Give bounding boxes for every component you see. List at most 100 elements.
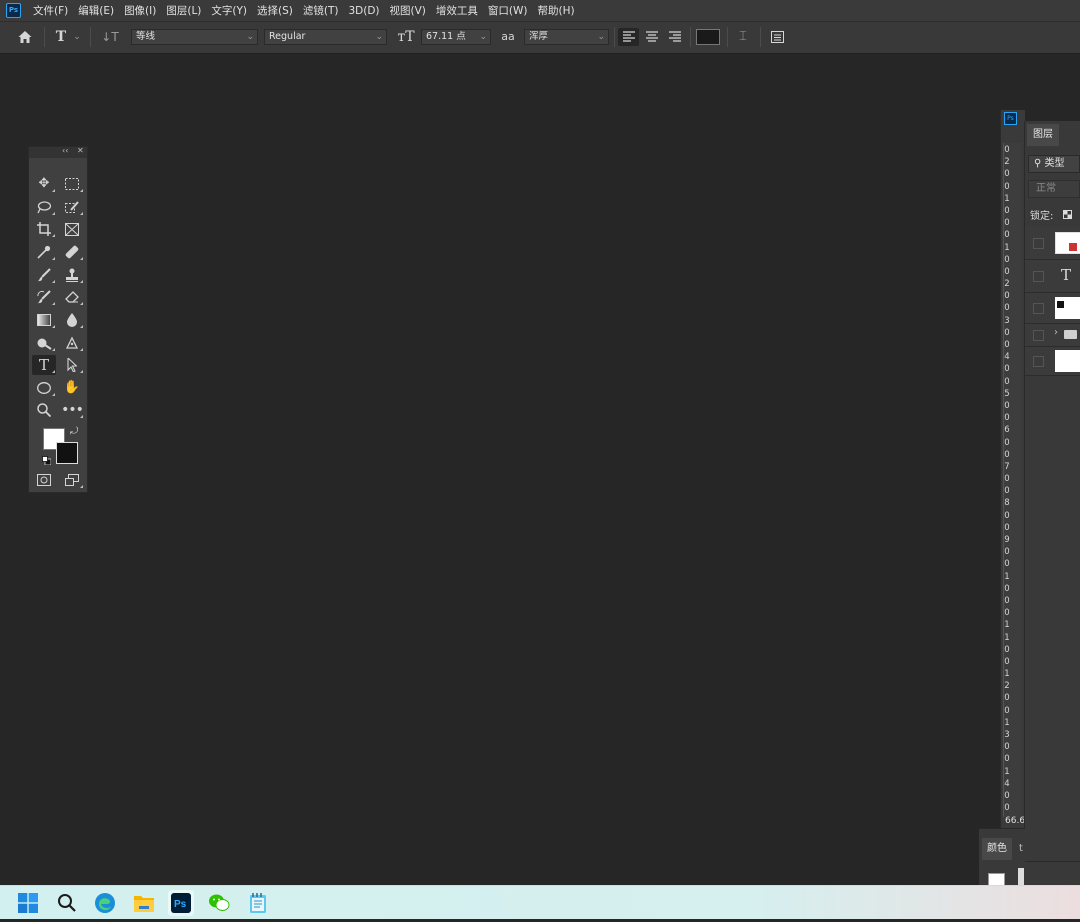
lock-transparent-pixels-icon[interactable]: [1063, 209, 1072, 219]
layer-row[interactable]: [1025, 347, 1080, 376]
object-selection-tool-icon[interactable]: [60, 197, 84, 217]
collapse-icon[interactable]: ‹‹: [62, 146, 68, 155]
blur-tool-icon[interactable]: [60, 310, 84, 330]
tab-color[interactable]: 颜色: [982, 838, 1012, 860]
hand-tool-icon[interactable]: ✋: [60, 378, 84, 398]
dodge-tool-icon[interactable]: [32, 333, 56, 353]
visibility-toggle[interactable]: [1033, 356, 1044, 367]
gradient-tool-icon[interactable]: [32, 310, 56, 330]
marquee-tool-icon[interactable]: [60, 174, 84, 194]
menu-select[interactable]: 选择(S): [252, 3, 298, 18]
visibility-toggle[interactable]: [1033, 330, 1044, 341]
tools-panel-header[interactable]: ‹‹ ✕: [29, 146, 87, 158]
font-size-select[interactable]: 67.11 点 ⌄: [421, 29, 491, 45]
clone-stamp-tool-icon[interactable]: [60, 265, 84, 285]
layer-row[interactable]: [1025, 227, 1080, 260]
path-selection-tool-icon[interactable]: [60, 355, 84, 375]
layer-group-row[interactable]: ›: [1025, 324, 1080, 347]
menu-image[interactable]: 图像(I): [119, 3, 161, 18]
blend-mode-select[interactable]: 正常: [1028, 180, 1080, 198]
search-icon[interactable]: [54, 890, 80, 916]
layer-row[interactable]: [1025, 293, 1080, 324]
close-icon[interactable]: ✕: [77, 146, 84, 155]
menu-plugins[interactable]: 增效工具: [431, 3, 483, 18]
zoom-tool-icon[interactable]: [32, 400, 56, 420]
ruler-digit: 1: [1004, 242, 1010, 253]
font-style-select[interactable]: Regular ⌄: [264, 29, 387, 45]
ruler-digit: 0: [1004, 486, 1010, 497]
character-panel-icon[interactable]: [767, 28, 787, 46]
layer-filter-select[interactable]: ⚲ 类型: [1028, 155, 1080, 173]
ellipse-tool-icon[interactable]: [32, 378, 56, 398]
chevron-down-icon[interactable]: ⌄: [72, 28, 82, 46]
menu-3d[interactable]: 3D(D): [343, 5, 384, 17]
visibility-toggle[interactable]: [1033, 303, 1044, 314]
home-icon[interactable]: [14, 28, 36, 46]
ruler-digit: 0: [1004, 595, 1010, 606]
eyedropper-tool-icon[interactable]: [32, 242, 56, 262]
ruler-digit: 0: [1004, 705, 1010, 716]
ruler-digit: 7: [1004, 461, 1010, 472]
ruler-digit: 5: [1004, 388, 1010, 399]
menu-edit[interactable]: 编辑(E): [73, 3, 119, 18]
menu-view[interactable]: 视图(V): [385, 3, 431, 18]
text-color-swatch[interactable]: [696, 29, 720, 45]
notepad-icon[interactable]: [245, 890, 271, 916]
ruler-digit: 0: [1004, 145, 1010, 155]
font-family-select[interactable]: 等线 ⌄: [131, 29, 258, 45]
visibility-toggle[interactable]: [1033, 238, 1044, 249]
photoshop-taskbar-icon[interactable]: Ps: [168, 890, 194, 916]
layer-thumbnail: [1055, 350, 1080, 372]
type-tool-icon[interactable]: T: [32, 355, 56, 375]
move-tool-icon[interactable]: ✥: [32, 174, 56, 194]
align-center-button[interactable]: [641, 28, 662, 46]
menu-type[interactable]: 文字(Y): [206, 3, 252, 18]
menu-filter[interactable]: 滤镜(T): [298, 3, 344, 18]
options-bar: T ⌄ ↓T 等线 ⌄ Regular ⌄ тT 67.11 点 ⌄ aa 浑厚…: [0, 21, 1080, 54]
ruler-digit: 1: [1004, 669, 1010, 680]
visibility-toggle[interactable]: [1033, 271, 1044, 282]
windows-start-icon[interactable]: [15, 890, 41, 916]
healing-brush-tool-icon[interactable]: [60, 242, 84, 262]
ruler-digit: 0: [1004, 254, 1010, 265]
anti-alias-select[interactable]: 浑厚 ⌄: [524, 29, 609, 45]
ruler-digit: 0: [1004, 803, 1010, 814]
crop-tool-icon[interactable]: [32, 219, 56, 239]
folder-icon: [1064, 330, 1077, 339]
menu-help[interactable]: 帮助(H): [533, 3, 580, 18]
menu-file[interactable]: 文件(F): [28, 3, 73, 18]
default-colors-icon[interactable]: [42, 455, 52, 466]
ruler-digit: 6: [1004, 425, 1010, 436]
brush-tool-icon[interactable]: [32, 265, 56, 285]
screen-mode-icon[interactable]: [60, 470, 84, 490]
pen-tool-icon[interactable]: [60, 333, 84, 353]
toggle-text-orientation-icon[interactable]: ↓T: [100, 28, 120, 46]
type-tool-preset-icon[interactable]: T: [52, 28, 70, 46]
background-color-swatch[interactable]: [56, 442, 78, 464]
edge-browser-icon[interactable]: [92, 890, 118, 916]
swap-colors-icon[interactable]: ⤾: [70, 426, 78, 437]
color-panel-extension: [1025, 861, 1080, 886]
wechat-icon[interactable]: [206, 890, 232, 916]
frame-tool-icon[interactable]: [60, 219, 84, 239]
text-layer-icon: T: [1061, 266, 1072, 284]
more-tools-icon[interactable]: •••: [60, 400, 84, 420]
align-left-button[interactable]: [618, 28, 639, 46]
eraser-tool-icon[interactable]: [60, 287, 84, 307]
ruler-digit: 0: [1004, 474, 1010, 485]
layer-row[interactable]: T: [1025, 260, 1080, 293]
history-brush-tool-icon[interactable]: [32, 287, 56, 307]
align-right-button[interactable]: [664, 28, 685, 46]
tab-layers[interactable]: 图层: [1027, 124, 1059, 146]
quick-mask-icon[interactable]: [32, 470, 56, 490]
photoshop-logo-icon[interactable]: Ps: [6, 3, 21, 18]
menu-layer[interactable]: 图层(L): [161, 3, 206, 18]
file-explorer-icon[interactable]: [131, 890, 157, 916]
warp-text-icon[interactable]: ⌶: [733, 28, 753, 46]
chevron-down-icon: ⌄: [597, 32, 605, 42]
chevron-right-icon[interactable]: ›: [1054, 327, 1058, 338]
ruler-digit: 4: [1004, 778, 1010, 789]
menu-window[interactable]: 窗口(W): [483, 3, 533, 18]
lasso-tool-icon[interactable]: [32, 197, 56, 217]
tab-swatches[interactable]: t: [1019, 843, 1023, 854]
